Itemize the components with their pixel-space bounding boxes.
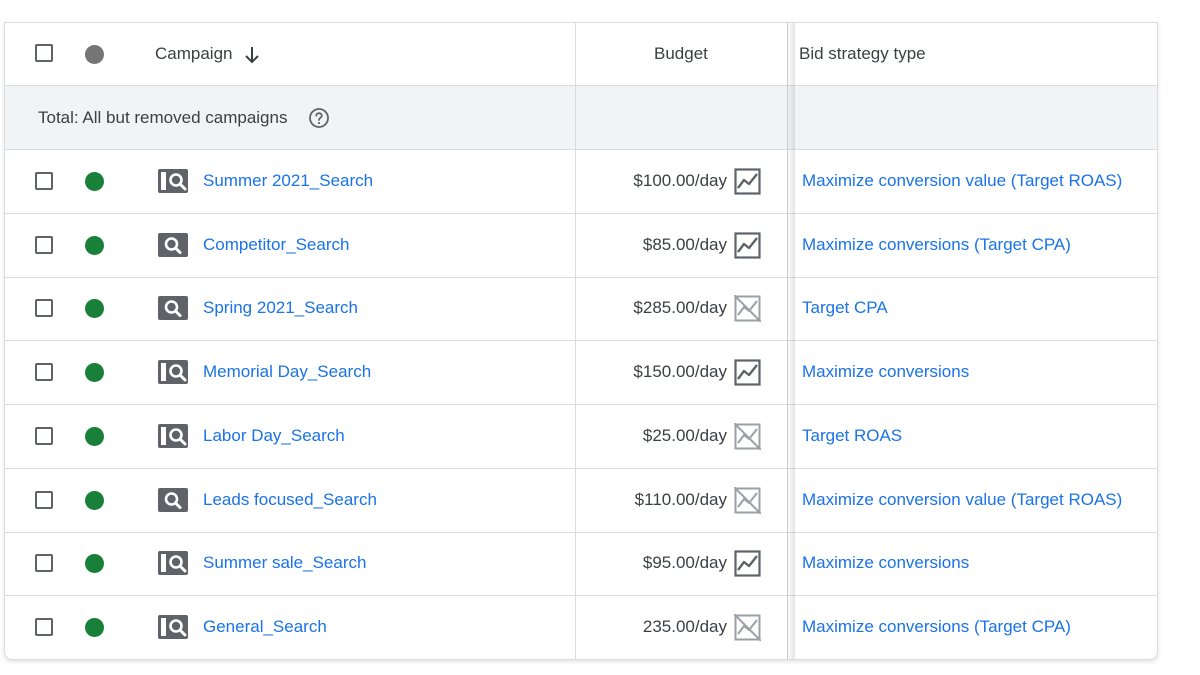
search-campaign-icon bbox=[158, 614, 188, 639]
table-row[interactable]: General_Search 235.00/day Maximize convers… bbox=[5, 596, 1157, 660]
status-enabled-icon[interactable] bbox=[85, 299, 104, 319]
row-checkbox[interactable] bbox=[35, 554, 53, 573]
sort-descending-icon[interactable] bbox=[243, 45, 261, 65]
bid-strategy-link[interactable]: Maximize conversion value (Target ROAS) bbox=[802, 490, 1122, 510]
budget-value[interactable]: $285.00/day bbox=[633, 298, 727, 318]
select-all-checkbox[interactable] bbox=[35, 44, 53, 62]
bid-strategy-link[interactable]: Maximize conversions (Target CPA) bbox=[802, 617, 1071, 637]
campaign-name-link[interactable]: Competitor_Search bbox=[203, 235, 349, 255]
table-row[interactable]: Competitor_Search $85.00/day Maximize conv… bbox=[5, 214, 1157, 278]
table-header-row: Campaign Budget Bid strategy type bbox=[5, 23, 1157, 86]
search-filled-icon bbox=[158, 232, 188, 257]
status-enabled-icon[interactable] bbox=[85, 172, 104, 191]
search-campaign-icon bbox=[158, 551, 188, 576]
status-column-header-icon[interactable] bbox=[85, 45, 104, 64]
bid-strategy-link[interactable]: Maximize conversions bbox=[802, 362, 969, 382]
bid-strategy-link[interactable]: Target ROAS bbox=[802, 426, 902, 446]
chart-disabled-icon[interactable] bbox=[733, 422, 762, 451]
bid-strategy-link[interactable]: Maximize conversions bbox=[802, 553, 969, 573]
budget-value[interactable]: 235.00/day bbox=[643, 617, 727, 637]
table-row[interactable]: Summer sale_Search $95.00/day Maximize con… bbox=[5, 532, 1157, 597]
row-checkbox[interactable] bbox=[35, 363, 53, 382]
campaign-name-link[interactable]: Labor Day_Search bbox=[203, 426, 345, 446]
campaign-name-link[interactable]: General_Search bbox=[203, 617, 327, 637]
performance-chart-icon[interactable] bbox=[734, 550, 761, 577]
bid-strategy-column-header[interactable]: Bid strategy type bbox=[799, 44, 926, 64]
table-row[interactable]: Summer 2021_Search $100.00/day Maximize co… bbox=[5, 150, 1157, 214]
row-checkbox[interactable] bbox=[35, 299, 53, 318]
budget-value[interactable]: $110.00/day bbox=[635, 490, 727, 510]
bid-strategy-link[interactable]: Maximize conversions (Target CPA) bbox=[802, 235, 1071, 255]
campaign-column-header[interactable]: Campaign bbox=[155, 44, 233, 64]
total-row: Total: All but removed campaigns bbox=[5, 86, 1157, 150]
campaign-name-link[interactable]: Summer 2021_Search bbox=[203, 171, 373, 191]
campaigns-table: Campaign Budget Bid strategy type Total:… bbox=[4, 22, 1158, 660]
status-enabled-icon[interactable] bbox=[85, 363, 104, 383]
table-row[interactable]: Spring 2021_Search $285.00/day Target CPA bbox=[5, 277, 1157, 342]
search-filled-icon bbox=[158, 296, 188, 321]
status-enabled-icon[interactable] bbox=[85, 235, 104, 255]
chart-disabled-icon[interactable] bbox=[733, 294, 762, 324]
search-campaign-icon bbox=[158, 169, 188, 193]
column-divider bbox=[575, 23, 576, 659]
status-enabled-icon[interactable] bbox=[85, 554, 104, 574]
chart-disabled-icon[interactable] bbox=[733, 613, 762, 642]
performance-chart-icon[interactable] bbox=[734, 168, 761, 195]
table-row[interactable]: Memorial Day_Search $150.00/day Maximize c… bbox=[5, 341, 1157, 406]
status-enabled-icon[interactable] bbox=[85, 490, 104, 510]
row-checkbox[interactable] bbox=[35, 426, 53, 445]
performance-chart-icon[interactable] bbox=[734, 232, 761, 259]
search-filled-icon bbox=[158, 487, 188, 512]
chart-disabled-icon[interactable] bbox=[733, 485, 762, 515]
budget-value[interactable]: $85.00/day bbox=[643, 235, 727, 255]
campaign-name-link[interactable]: Memorial Day_Search bbox=[203, 362, 371, 382]
budget-column-header[interactable]: Budget bbox=[654, 44, 708, 64]
row-checkbox[interactable] bbox=[35, 617, 53, 636]
performance-chart-icon[interactable] bbox=[734, 359, 761, 386]
row-checkbox[interactable] bbox=[35, 235, 53, 254]
search-campaign-icon bbox=[158, 423, 188, 448]
campaign-name-link[interactable]: Spring 2021_Search bbox=[203, 298, 358, 318]
status-enabled-icon[interactable] bbox=[85, 426, 104, 446]
help-icon[interactable] bbox=[308, 107, 330, 129]
campaign-name-link[interactable]: Summer sale_Search bbox=[203, 553, 366, 573]
column-divider bbox=[787, 23, 788, 659]
campaign-name-link[interactable]: Leads focused_Search bbox=[203, 490, 377, 510]
budget-value[interactable]: $95.00/day bbox=[643, 553, 727, 573]
budget-value[interactable]: $150.00/day bbox=[633, 362, 727, 382]
total-label: Total: All but removed campaigns bbox=[38, 108, 288, 127]
row-checkbox[interactable] bbox=[35, 172, 53, 190]
status-enabled-icon[interactable] bbox=[85, 617, 104, 637]
bid-strategy-link[interactable]: Maximize conversion value (Target ROAS) bbox=[802, 171, 1122, 191]
row-checkbox[interactable] bbox=[35, 490, 53, 509]
budget-value[interactable]: $100.00/day bbox=[633, 171, 727, 191]
search-campaign-icon bbox=[158, 360, 188, 385]
table-row[interactable]: Leads focused_Search $110.00/day Maximize … bbox=[5, 469, 1157, 533]
table-row[interactable]: Labor Day_Search $25.00/day Target ROAS bbox=[5, 405, 1157, 469]
bid-strategy-link[interactable]: Target CPA bbox=[802, 298, 888, 318]
budget-value[interactable]: $25.00/day bbox=[643, 426, 727, 446]
